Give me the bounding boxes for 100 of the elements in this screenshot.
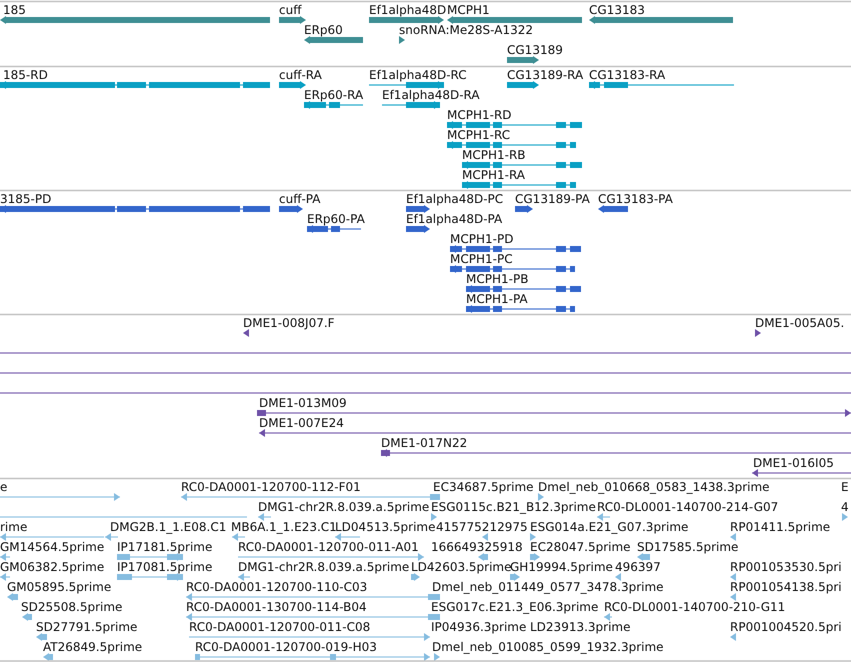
feature-glyph[interactable] — [382, 101, 440, 109]
feature-label: cuff-RA — [279, 68, 322, 82]
feature-glyph[interactable] — [369, 81, 444, 89]
feature-glyph[interactable] — [279, 81, 306, 89]
feature-glyph[interactable] — [462, 161, 582, 169]
feature-glyph[interactable] — [507, 81, 539, 89]
feature-label: RC0-DA0001-120700-011-C08 — [189, 620, 370, 634]
feature-label: e — [0, 480, 8, 494]
feature-glyph[interactable] — [381, 449, 851, 457]
feature-label: DMG2B.1_1.E08.C1 — [110, 520, 226, 534]
feature-glyph[interactable] — [259, 429, 851, 437]
feature-glyph[interactable] — [304, 36, 363, 44]
feature-label: SD27791.5prime — [36, 620, 138, 634]
feature-label: RC0-DA0001-120700-110-C03 — [186, 580, 368, 594]
feature-label: MCPH1-RA — [462, 168, 526, 182]
feature-label: GM06382.5prime — [0, 560, 104, 574]
feature-glyph[interactable] — [450, 245, 581, 253]
feature-glyph[interactable] — [307, 225, 361, 233]
feature-label: MB6A.1_1.E23.C1 — [231, 520, 337, 534]
feature-glyph[interactable] — [243, 329, 249, 337]
feature-label: Ef1alpha48D-PC — [406, 192, 504, 206]
feature-glyph[interactable] — [450, 265, 575, 273]
feature-glyph[interactable] — [589, 81, 734, 89]
feature-glyph[interactable] — [507, 56, 539, 64]
feature-glyph[interactable] — [752, 469, 851, 477]
feature-glyph[interactable] — [462, 181, 576, 189]
feature-label: DMG1-chr2R.8.039.a.5prime — [238, 560, 410, 574]
feature-label: RP001004520.5pri — [730, 620, 842, 634]
feature-glyph[interactable] — [279, 205, 303, 213]
feature-label: E — [841, 480, 849, 494]
feature-label: DME1-007E24 — [259, 416, 344, 430]
feature-label: ESG0115c.B21_B12.3prime — [431, 500, 596, 514]
feature-glyph[interactable] — [406, 205, 430, 213]
feature-label: Dmel_neb_010668_0583_1438.3prime — [538, 480, 770, 494]
feature-label: CG13189-RA — [507, 68, 584, 82]
feature-glyph[interactable] — [515, 205, 533, 213]
feature-glyph[interactable] — [447, 16, 582, 24]
feature-label: SD17585.5prime — [637, 540, 738, 554]
feature-glyph[interactable] — [466, 285, 581, 293]
feature-glyph[interactable] — [0, 81, 270, 89]
feature-label: AT26849.5prime — [43, 640, 142, 654]
feature-label: RC0-DA0001-120700-019-H03 — [195, 640, 377, 654]
feature-label: cuff-PA — [279, 192, 320, 206]
feature-label: CG13189-PA — [515, 192, 590, 206]
feature-label: LD42603.5prime — [411, 560, 512, 574]
feature-glyph[interactable] — [406, 225, 430, 233]
feature-label: Ef1alpha48D-RC — [369, 68, 467, 82]
feature-label: MCPH1-RB — [462, 148, 526, 162]
feature-label: IP04936.3prime — [431, 620, 526, 634]
feature-label: RC0-DL0001-140700-214-G07 — [597, 500, 778, 514]
feature-glyph[interactable] — [0, 16, 270, 24]
feature-label: CG13183-PA — [598, 192, 673, 206]
feature-glyph[interactable] — [447, 141, 576, 149]
feature-label: MCPH1-PB — [466, 272, 528, 286]
feature-label: CG13183-RA — [589, 68, 666, 82]
feature-label: 185-RD — [3, 68, 48, 82]
feature-label: rime — [0, 520, 28, 534]
feature-label: Ef1alpha48D-PA — [406, 212, 502, 226]
feature-label: RC0-DL0001-140700-210-G11 — [604, 600, 786, 614]
feature-label: snoRNA:Me28S-A1322 — [399, 23, 533, 37]
feature-glyph[interactable] — [369, 16, 444, 24]
feature-label: MCPH1-RD — [447, 108, 512, 122]
feature-glyph[interactable] — [447, 121, 582, 129]
feature-label: DME1-013M09 — [259, 396, 347, 410]
feature-glyph[interactable] — [0, 205, 270, 213]
feature-label: RC0-DA0001-130700-114-B04 — [186, 600, 367, 614]
feature-label: MCPH1-RC — [447, 128, 510, 142]
feature-glyph[interactable] — [589, 16, 733, 24]
feature-glyph[interactable] — [279, 16, 306, 24]
feature-glyph[interactable] — [755, 329, 761, 337]
feature-glyph[interactable] — [257, 409, 851, 417]
feature-label: RP01411.5prime — [730, 520, 830, 534]
feature-label: 185 — [3, 3, 26, 17]
feature-label: 496397 — [615, 560, 661, 574]
feature-label: DME1-017N22 — [381, 436, 468, 450]
feature-label: ERp60-RA — [304, 88, 364, 102]
feature-label: EC28047.5prime — [530, 540, 631, 554]
feature-label: MCPH1-PD — [450, 232, 514, 246]
feature-label: SD25508.5prime — [21, 600, 122, 614]
feature-label: ERp60-PA — [307, 212, 365, 226]
feature-label: GH19994.5prime — [510, 560, 613, 574]
feature-label: Dmel_neb_011449_0577_3478.3prime — [432, 580, 664, 594]
feature-label: 415775212975 — [436, 520, 528, 534]
feature-label: LD04513.5prime — [335, 520, 436, 534]
feature-label: Ef1alpha48D-RA — [382, 88, 480, 102]
feature-glyph[interactable] — [399, 36, 405, 44]
feature-label: 166649325918 — [431, 540, 523, 554]
feature-label: CG13183 — [589, 3, 645, 17]
feature-glyph[interactable] — [466, 305, 575, 313]
feature-glyph[interactable] — [598, 205, 628, 213]
feature-label: DME1-008J07.F — [243, 316, 335, 330]
feature-glyph[interactable] — [304, 101, 363, 109]
feature-label: IP17181.5prime — [117, 540, 212, 554]
feature-label: cuff — [279, 3, 302, 17]
feature-label: DME1-016I05 — [753, 456, 834, 470]
feature-label: DMG1-chr2R.8.039.a.5prime — [258, 500, 430, 514]
feature-label: 4 — [841, 500, 849, 514]
feature-label: RP001054138.5pri — [730, 580, 842, 594]
feature-label: MCPH1 — [447, 3, 490, 17]
feature-label: EC34687.5prime — [433, 480, 534, 494]
